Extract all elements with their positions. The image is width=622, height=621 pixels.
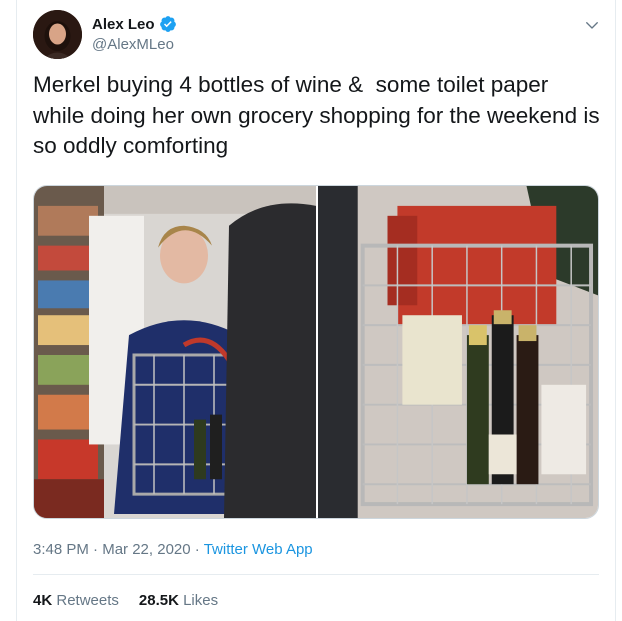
- source-app-link[interactable]: Twitter Web App: [204, 541, 313, 558]
- supermarket-photo-left[interactable]: [34, 186, 316, 518]
- avatar[interactable]: [33, 10, 82, 59]
- tweet-card: Alex Leo @AlexMLeo Merkel buying 4 bottl…: [16, 0, 616, 621]
- tweet-text: Merkel buying 4 bottles of wine & some t…: [33, 72, 606, 158]
- likes-label: Likes: [183, 592, 219, 609]
- author-name-row[interactable]: Alex Leo: [92, 15, 177, 33]
- tweet-media[interactable]: [33, 185, 599, 519]
- tweet-time[interactable]: 3:48 PM: [33, 541, 89, 558]
- retweets-stat[interactable]: 4K Retweets: [33, 592, 119, 609]
- likes-count: 28.5K: [138, 592, 179, 609]
- meta-separator: ·: [93, 541, 99, 558]
- likes-stat[interactable]: 28.5K Likes: [139, 592, 218, 609]
- meta-separator-2: ·: [194, 541, 200, 558]
- author-display-name[interactable]: Alex Leo: [92, 16, 155, 33]
- tweet-date[interactable]: Mar 22, 2020: [102, 541, 190, 558]
- retweets-count: 4K: [33, 592, 53, 609]
- engagement-stats: 4K Retweets 28.5K Likes: [33, 592, 218, 609]
- tweet-timestamp: 3:48 PM · Mar 22, 2020 · Twitter Web App: [33, 541, 313, 558]
- shopping-cart-closeup-photo[interactable]: [318, 186, 598, 518]
- chevron-down-icon[interactable]: [583, 16, 601, 34]
- verified-badge-icon: [159, 15, 177, 33]
- divider: [33, 574, 599, 575]
- author-handle[interactable]: @AlexMLeo: [92, 36, 174, 53]
- retweets-label: Retweets: [56, 592, 119, 609]
